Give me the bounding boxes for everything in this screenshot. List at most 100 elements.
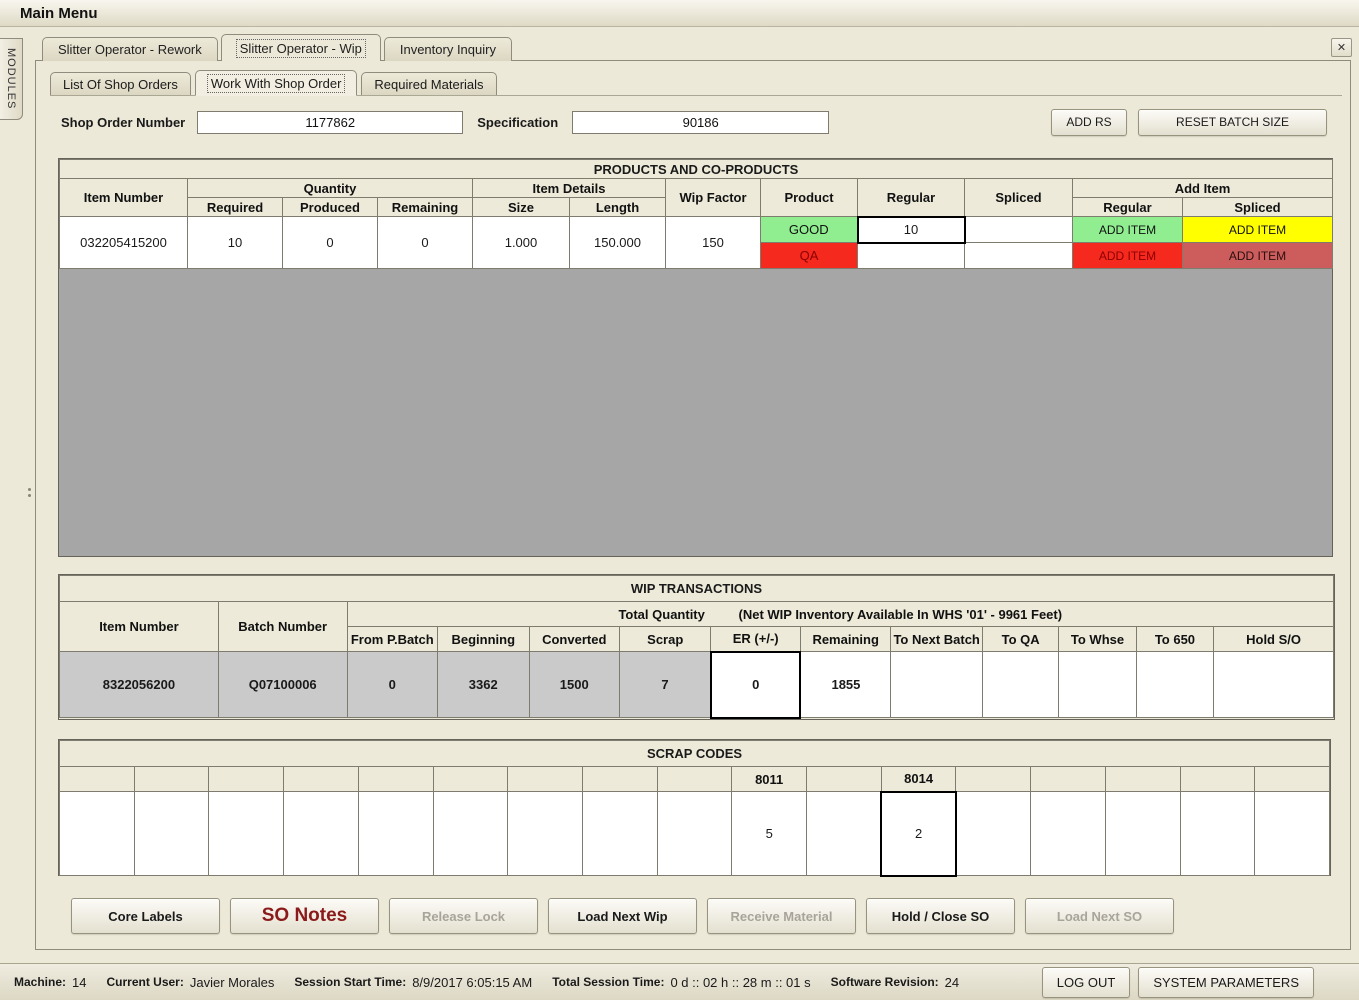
tab-work-with-shop-order[interactable]: Work With Shop Order [195, 70, 358, 96]
modules-side-tab[interactable]: MODULES [0, 38, 23, 120]
tab-slitter-operator-wip[interactable]: Slitter Operator - Wip [221, 34, 381, 61]
window-title: Main Menu [20, 5, 98, 22]
scrap-value-cell[interactable] [1105, 792, 1180, 876]
length-cell: 150.000 [570, 217, 666, 269]
wip-to-650-input-cell[interactable] [1136, 652, 1213, 718]
col-group-item-details: Item Details [473, 179, 666, 198]
reset-batch-size-button[interactable]: RESET BATCH SIZE [1138, 109, 1327, 136]
wip-remaining-cell: 1855 [800, 652, 890, 718]
col-header-item-number: Item Number [60, 179, 188, 217]
hold-close-so-button[interactable]: Hold / Close SO [866, 898, 1015, 934]
scrap-code-header [1180, 767, 1255, 792]
add-item-spliced-qa-button[interactable]: ADD ITEM [1183, 243, 1333, 269]
splitter-grip[interactable] [28, 488, 31, 497]
produced-cell: 0 [283, 217, 378, 269]
tab-inventory-inquiry[interactable]: Inventory Inquiry [384, 37, 512, 61]
tab-list-of-shop-orders[interactable]: List Of Shop Orders [50, 72, 191, 95]
shop-order-form: Shop Order Number Specification ADD RS R… [61, 108, 1327, 136]
shop-order-number-input[interactable] [197, 111, 463, 134]
core-labels-button[interactable]: Core Labels [71, 898, 220, 934]
scrap-value-cell-8011[interactable]: 5 [732, 792, 807, 876]
col-header-hold-so: Hold S/O [1214, 627, 1334, 652]
scrap-code-header [508, 767, 583, 792]
scrap-value-cell[interactable] [508, 792, 583, 876]
scrap-value-cell[interactable] [1255, 792, 1330, 876]
add-rs-button[interactable]: ADD RS [1051, 109, 1127, 136]
scrap-value-cell-8014[interactable]: 2 [881, 792, 956, 876]
release-lock-button: Release Lock [389, 898, 538, 934]
specification-input[interactable] [572, 111, 829, 134]
wip-to-qa-input-cell[interactable] [982, 652, 1058, 718]
spliced-good-input-cell[interactable] [965, 217, 1073, 243]
scrap-value-cell[interactable] [284, 792, 359, 876]
status-bar: Machine: 14 Current User: Javier Morales… [0, 963, 1359, 1000]
add-item-regular-qa-button[interactable]: ADD ITEM [1073, 243, 1183, 269]
wip-to-whse-input-cell[interactable] [1059, 652, 1136, 718]
col-header-product: Product [761, 179, 858, 217]
scrap-code-header [433, 767, 508, 792]
scrap-codes-title: SCRAP CODES [60, 741, 1330, 767]
wip-title: WIP TRANSACTIONS [60, 576, 1334, 602]
col-header-to-qa: To QA [982, 627, 1058, 652]
load-next-wip-button[interactable]: Load Next Wip [548, 898, 697, 934]
so-notes-button[interactable]: SO Notes [230, 898, 379, 934]
scrap-value-cell[interactable] [657, 792, 732, 876]
tab-label: Slitter Operator - Wip [237, 40, 365, 57]
col-header-converted: Converted [529, 627, 619, 652]
scrap-value-cell[interactable] [1180, 792, 1255, 876]
col-header-length: Length [570, 198, 666, 217]
col-header-from-p-batch: From P.Batch [347, 627, 437, 652]
regular-good-input-cell[interactable]: 10 [858, 217, 965, 243]
add-item-regular-good-button[interactable]: ADD ITEM [1073, 217, 1183, 243]
scrap-value-cell[interactable] [956, 792, 1031, 876]
scrap-codes-section: SCRAP CODES 8011 8014 [58, 739, 1331, 876]
col-header-regular: Regular [858, 179, 965, 217]
wip-scrap-cell: 7 [619, 652, 710, 718]
tab-label: Work With Shop Order [208, 75, 345, 92]
current-user-value: Javier Morales [190, 975, 275, 990]
net-wip-inventory-label: (Net WIP Inventory Available In WHS '01'… [739, 607, 1063, 622]
log-out-button[interactable]: LOG OUT [1042, 967, 1131, 998]
scrap-code-header [284, 767, 359, 792]
scrap-code-header [1255, 767, 1330, 792]
scrap-value-cell[interactable] [807, 792, 882, 876]
scrap-code-header [60, 767, 135, 792]
scrap-value-cell[interactable] [60, 792, 135, 876]
regular-qa-input-cell[interactable] [858, 243, 965, 269]
spliced-qa-input-cell[interactable] [965, 243, 1073, 269]
tab-label: List Of Shop Orders [63, 77, 178, 92]
tab-slitter-operator-rework[interactable]: Slitter Operator - Rework [42, 37, 218, 61]
tab-label: Slitter Operator - Rework [58, 42, 202, 57]
add-item-spliced-good-button[interactable]: ADD ITEM [1183, 217, 1333, 243]
wip-from-p-batch-cell: 0 [347, 652, 437, 718]
sub-tab-strip: List Of Shop Orders Work With Shop Order… [50, 70, 1342, 96]
scrap-value-cell[interactable] [358, 792, 433, 876]
shop-order-number-label: Shop Order Number [61, 115, 185, 130]
close-icon[interactable]: ✕ [1331, 38, 1352, 57]
scrap-code-header [209, 767, 284, 792]
scrap-value-cell[interactable] [1031, 792, 1106, 876]
session-start-label: Session Start Time: [294, 975, 406, 989]
tab-label: Required Materials [374, 77, 483, 92]
scrap-value-cell[interactable] [582, 792, 657, 876]
scrap-code-header [956, 767, 1031, 792]
wip-to-next-batch-input-cell[interactable] [891, 652, 982, 718]
scrap-code-header-8014: 8014 [881, 767, 956, 792]
tab-label: Inventory Inquiry [400, 42, 496, 57]
wip-er-input-cell[interactable]: 0 [711, 652, 800, 718]
software-revision-value: 24 [945, 975, 959, 990]
scrap-value-cell[interactable] [209, 792, 284, 876]
item-number-cell: 032205415200 [60, 217, 188, 269]
tab-required-materials[interactable]: Required Materials [361, 72, 496, 95]
scrap-value-cell[interactable] [433, 792, 508, 876]
products-table: PRODUCTS AND CO-PRODUCTS Item Number Qua… [59, 159, 1333, 269]
main-panel: List Of Shop Orders Work With Shop Order… [35, 60, 1351, 950]
col-header-er: ER (+/-) [711, 627, 800, 652]
session-total-value: 0 d :: 02 h :: 28 m :: 01 s [670, 975, 810, 990]
wip-item-number-cell: 8322056200 [60, 652, 219, 718]
machine-value: 14 [72, 975, 86, 990]
col-header-wip-item-number: Item Number [60, 602, 219, 652]
wip-hold-so-input-cell[interactable] [1214, 652, 1334, 718]
system-parameters-button[interactable]: SYSTEM PARAMETERS [1138, 967, 1314, 998]
scrap-value-cell[interactable] [134, 792, 209, 876]
